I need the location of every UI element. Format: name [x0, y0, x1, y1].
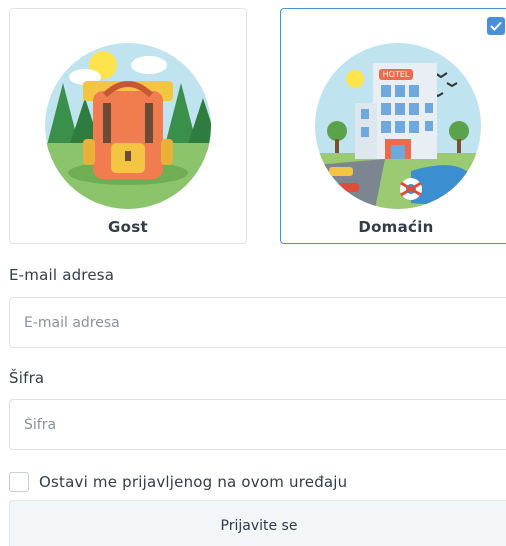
role-label-guest: Gost	[108, 218, 148, 236]
remember-checkbox[interactable]	[9, 472, 29, 492]
login-button[interactable]: Prijavite se	[9, 500, 506, 546]
password-label: Šifra	[9, 369, 45, 387]
hotel-icon: HOTEL	[315, 43, 481, 209]
hotel-sign-text: HOTEL	[383, 70, 410, 79]
backpack-icon	[45, 43, 211, 209]
role-card-host[interactable]: HOTEL Domaćin	[280, 8, 506, 244]
remember-label: Ostavi me prijavljenog na ovom uređaju	[39, 473, 348, 491]
email-label: E-mail adresa	[9, 266, 115, 284]
checkmark-icon	[487, 17, 505, 35]
email-input[interactable]	[9, 297, 506, 348]
remember-me[interactable]: Ostavi me prijavljenog na ovom uređaju	[9, 472, 347, 492]
role-card-guest[interactable]: Gost	[9, 8, 247, 244]
password-input[interactable]	[9, 399, 506, 450]
role-label-host: Domaćin	[358, 218, 434, 236]
